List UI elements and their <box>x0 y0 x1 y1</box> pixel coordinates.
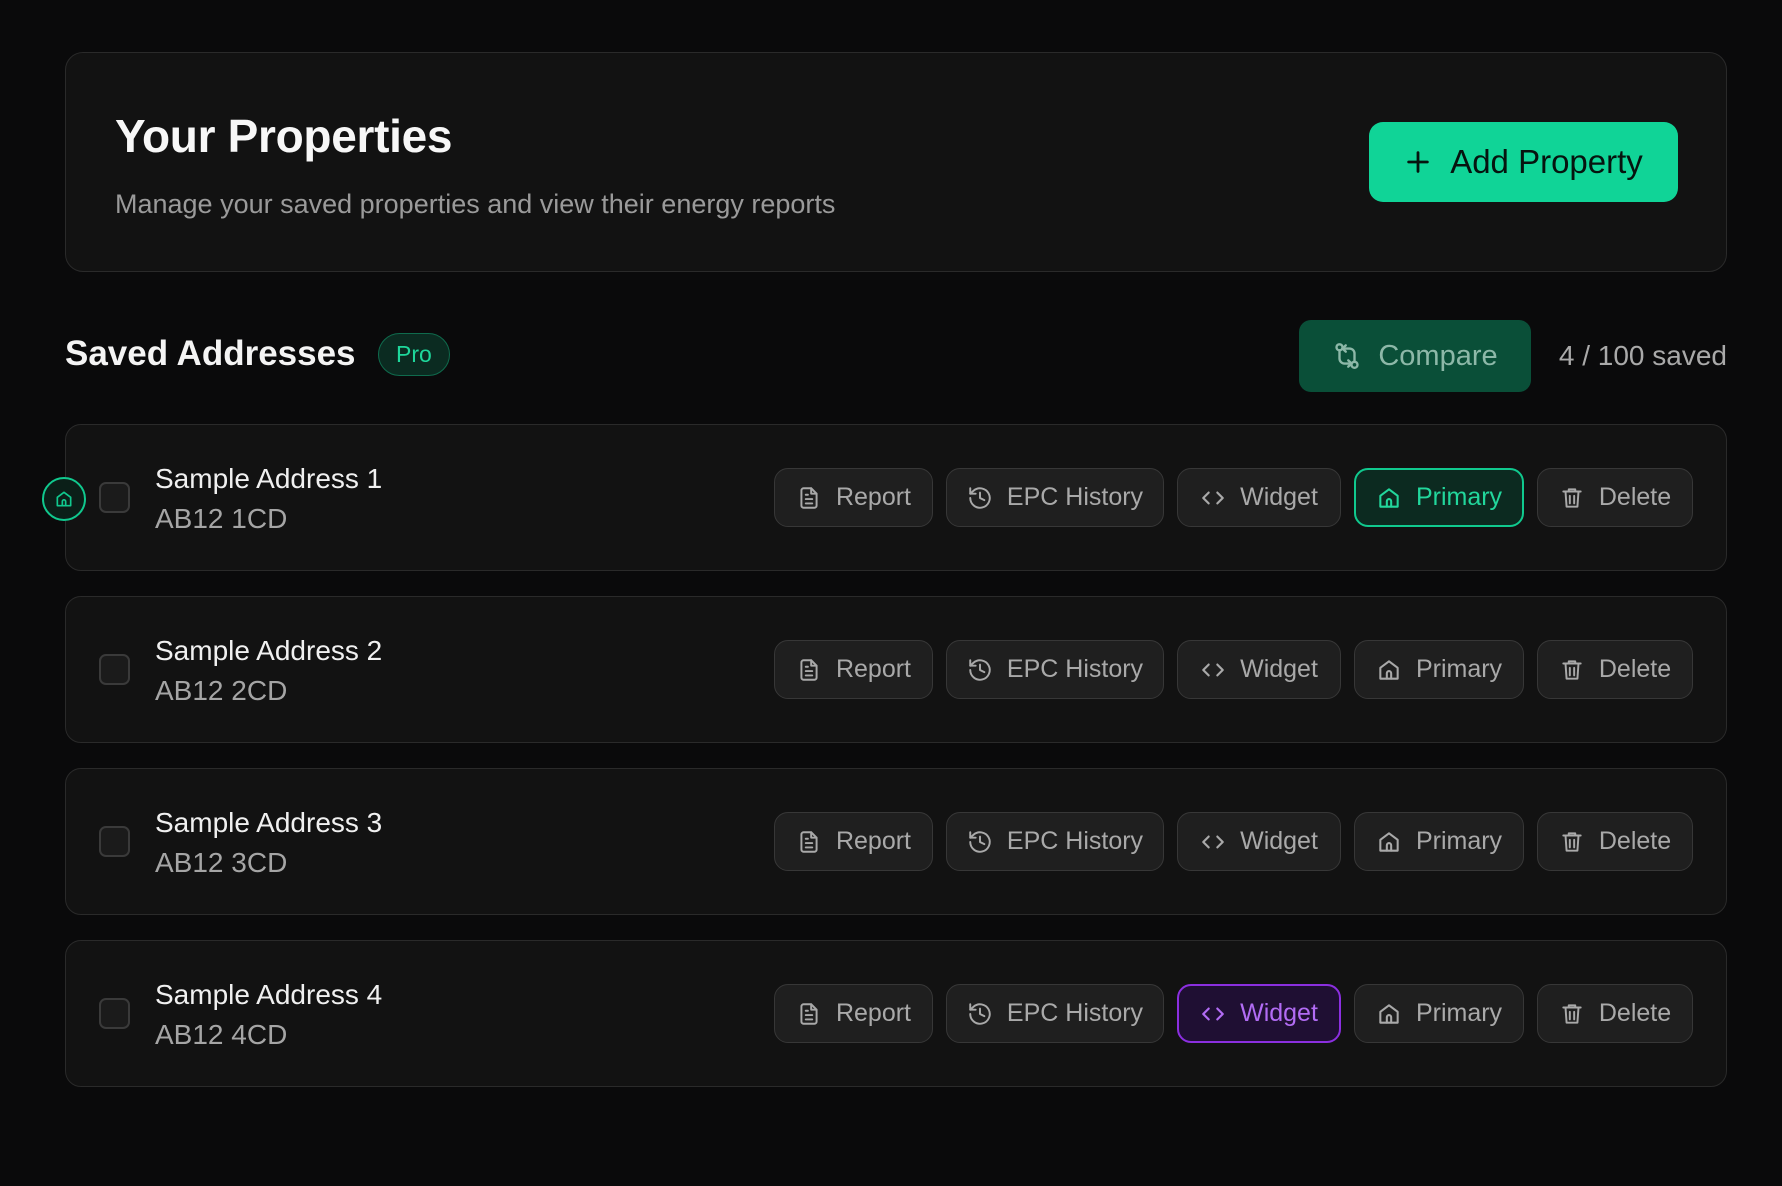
delete-button[interactable]: Delete <box>1537 812 1693 871</box>
address-postcode: AB12 3CD <box>155 847 288 878</box>
report-label: Report <box>835 483 912 511</box>
document-icon <box>796 1001 822 1027</box>
widget-button[interactable]: Widget <box>1177 468 1341 527</box>
primary-label: Primary <box>1415 655 1503 683</box>
primary-home-marker-icon <box>42 477 86 521</box>
document-icon <box>796 829 822 855</box>
report-button[interactable]: Report <box>774 984 933 1043</box>
address-row: Sample Address 2 AB12 2CD Report EPC His… <box>65 596 1727 743</box>
document-icon <box>796 485 822 511</box>
report-label: Report <box>835 999 912 1027</box>
code-icon <box>1200 829 1226 855</box>
epc-history-button[interactable]: EPC History <box>946 812 1164 871</box>
primary-label: Primary <box>1415 999 1503 1027</box>
add-property-label: Add Property <box>1450 143 1643 180</box>
address-row: Sample Address 3 AB12 3CD Report EPC His… <box>65 768 1727 915</box>
home-icon <box>1376 1001 1402 1027</box>
epc-history-label: EPC History <box>1006 483 1144 511</box>
widget-button[interactable]: Widget <box>1177 984 1341 1043</box>
delete-label: Delete <box>1598 999 1672 1027</box>
code-icon <box>1200 1001 1226 1027</box>
address-name: Sample Address 3 <box>155 807 383 838</box>
report-button[interactable]: Report <box>774 640 933 699</box>
page-container: Your Properties Manage your saved proper… <box>42 52 1727 1112</box>
page-subtitle: Manage your saved properties and view th… <box>115 189 836 219</box>
home-icon <box>1376 657 1402 683</box>
delete-button[interactable]: Delete <box>1537 984 1693 1043</box>
epc-history-label: EPC History <box>1006 655 1144 683</box>
widget-button[interactable]: Widget <box>1177 812 1341 871</box>
trash-icon <box>1559 829 1585 855</box>
home-icon <box>1376 485 1402 511</box>
row-checkbox[interactable] <box>99 482 130 513</box>
compare-button[interactable]: Compare <box>1299 320 1531 392</box>
row-actions: Report EPC History Widget Primary Delete <box>774 468 1693 527</box>
pro-badge: Pro <box>378 333 450 376</box>
history-icon <box>967 657 993 683</box>
add-property-button[interactable]: Add Property <box>1369 122 1678 202</box>
report-label: Report <box>835 655 912 683</box>
trash-icon <box>1559 1001 1585 1027</box>
address-postcode: AB12 2CD <box>155 675 288 706</box>
plus-icon <box>1404 148 1432 176</box>
row-checkbox[interactable] <box>99 826 130 857</box>
primary-button[interactable]: Primary <box>1354 468 1524 527</box>
compare-label: Compare <box>1378 339 1498 372</box>
delete-label: Delete <box>1598 483 1672 511</box>
document-icon <box>796 657 822 683</box>
primary-button[interactable]: Primary <box>1354 984 1524 1043</box>
address-row: Sample Address 4 AB12 4CD Report EPC His… <box>65 940 1727 1087</box>
primary-button[interactable]: Primary <box>1354 812 1524 871</box>
widget-label: Widget <box>1240 483 1318 511</box>
row-actions: Report EPC History Widget Primary Delete <box>774 984 1693 1043</box>
row-actions: Report EPC History Widget Primary Delete <box>774 640 1693 699</box>
address-list: Sample Address 1 AB12 1CD Report EPC His… <box>42 424 1727 1087</box>
history-icon <box>967 829 993 855</box>
trash-icon <box>1559 485 1585 511</box>
widget-label: Widget <box>1240 655 1318 683</box>
primary-label: Primary <box>1415 483 1503 511</box>
home-icon <box>1376 829 1402 855</box>
code-icon <box>1200 657 1226 683</box>
epc-history-button[interactable]: EPC History <box>946 468 1164 527</box>
widget-label: Widget <box>1240 999 1318 1027</box>
compare-icon <box>1332 341 1362 371</box>
row-actions: Report EPC History Widget Primary Delete <box>774 812 1693 871</box>
delete-button[interactable]: Delete <box>1537 468 1693 527</box>
widget-button[interactable]: Widget <box>1177 640 1341 699</box>
delete-button[interactable]: Delete <box>1537 640 1693 699</box>
epc-history-label: EPC History <box>1006 827 1144 855</box>
primary-label: Primary <box>1415 827 1503 855</box>
history-icon <box>967 485 993 511</box>
widget-label: Widget <box>1240 827 1318 855</box>
delete-label: Delete <box>1598 827 1672 855</box>
saved-addresses-header: Saved Addresses Pro Compare 4 / 100 save… <box>65 320 1727 392</box>
header-card: Your Properties Manage your saved proper… <box>65 52 1727 272</box>
address-name: Sample Address 2 <box>155 635 383 666</box>
trash-icon <box>1559 657 1585 683</box>
history-icon <box>967 1001 993 1027</box>
address-postcode: AB12 1CD <box>155 503 288 534</box>
address-name: Sample Address 4 <box>155 979 383 1010</box>
epc-history-button[interactable]: EPC History <box>946 640 1164 699</box>
report-label: Report <box>835 827 912 855</box>
row-checkbox[interactable] <box>99 654 130 685</box>
epc-history-button[interactable]: EPC History <box>946 984 1164 1043</box>
address-name: Sample Address 1 <box>155 463 383 494</box>
code-icon <box>1200 485 1226 511</box>
primary-button[interactable]: Primary <box>1354 640 1524 699</box>
epc-history-label: EPC History <box>1006 999 1144 1027</box>
delete-label: Delete <box>1598 655 1672 683</box>
report-button[interactable]: Report <box>774 468 933 527</box>
address-row: Sample Address 1 AB12 1CD Report EPC His… <box>42 424 1727 571</box>
report-button[interactable]: Report <box>774 812 933 871</box>
page-title: Your Properties <box>115 110 453 162</box>
saved-count: 4 / 100 saved <box>1558 340 1727 371</box>
row-checkbox[interactable] <box>99 998 130 1029</box>
address-postcode: AB12 4CD <box>155 1019 288 1050</box>
section-title: Saved Addresses <box>65 334 356 373</box>
